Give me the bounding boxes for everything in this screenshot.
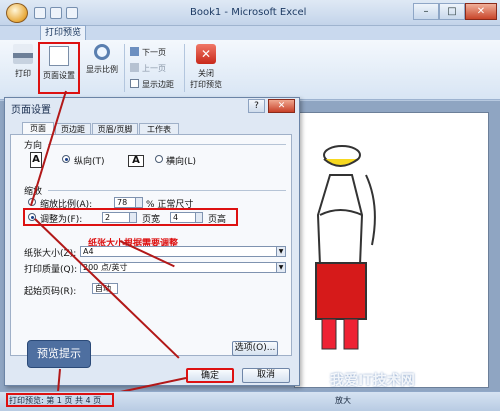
landscape-radio[interactable] xyxy=(155,155,163,163)
print-quality-select[interactable]: 200 点/英寸 xyxy=(80,262,278,273)
show-margins-checkbox[interactable]: 显示边距 xyxy=(130,79,174,90)
watermark: 我爱IT技术网 xyxy=(330,373,415,389)
page-setup-label: 页面设置 xyxy=(43,71,75,80)
landscape-icon: A xyxy=(128,155,144,167)
show-margins-label: 显示边距 xyxy=(142,80,174,89)
chevron-down-icon[interactable]: ▼ xyxy=(276,262,286,273)
portrait-icon: A xyxy=(30,152,42,168)
print-button[interactable]: 打印 xyxy=(6,44,40,79)
office-button[interactable] xyxy=(6,3,28,23)
close-window-button[interactable]: ✕ xyxy=(465,3,497,20)
ribbon-divider xyxy=(124,44,125,92)
pages-tall-spinner[interactable] xyxy=(196,212,203,223)
status-page-text: 打印预览: 第 1 页 共 4 页 xyxy=(9,396,102,405)
previous-page-button[interactable]: 上一页 xyxy=(130,63,166,74)
pages-wide-input[interactable]: 2 xyxy=(102,212,130,223)
fit-to-label: 调整为(F): xyxy=(40,215,83,225)
adjust-percent-input[interactable]: 78 xyxy=(114,197,136,208)
zoom-button[interactable]: 显示比例 xyxy=(84,44,120,75)
preview-tip-callout: 预览提示 xyxy=(27,340,91,368)
redo-icon[interactable] xyxy=(66,7,78,19)
orientation-heading: 方向 xyxy=(24,141,43,151)
magnifier-icon xyxy=(94,44,110,60)
portrait-label: 纵向(T) xyxy=(74,157,105,167)
close-print-preview-button[interactable]: ✕ 关闭 打印预览 xyxy=(186,44,226,90)
page-setup-icon xyxy=(49,46,69,66)
dialog-close-button[interactable]: ✕ xyxy=(268,99,295,113)
next-page-button[interactable]: 下一页 xyxy=(130,47,166,58)
first-page-label: 起始页码(R): xyxy=(24,287,77,297)
section-divider xyxy=(48,144,286,145)
previous-page-label: 上一页 xyxy=(142,64,166,73)
zoom-label: 显示比例 xyxy=(86,65,118,74)
paper-size-select[interactable]: A4 xyxy=(80,246,278,257)
close-label-line1: 关闭 xyxy=(198,69,214,78)
print-label: 打印 xyxy=(15,69,31,78)
close-label-line2: 打印预览 xyxy=(190,80,222,89)
portrait-radio[interactable] xyxy=(62,155,70,163)
pages-tall-label: 页高 xyxy=(208,215,227,225)
dialog-title: 页面设置 xyxy=(11,105,51,116)
checkbox-icon xyxy=(130,79,139,88)
options-button[interactable]: 选项(O)... xyxy=(232,341,278,356)
close-icon: ✕ xyxy=(196,44,216,64)
ribbon-divider xyxy=(184,44,185,92)
next-page-icon xyxy=(130,47,139,56)
pages-tall-input[interactable]: 4 xyxy=(170,212,196,223)
page-setup-button[interactable]: 页面设置 xyxy=(38,42,80,94)
help-button[interactable]: ? xyxy=(248,99,265,113)
maximize-button[interactable]: □ xyxy=(439,3,465,20)
minimize-button[interactable]: – xyxy=(413,3,439,20)
cancel-button[interactable]: 取消 xyxy=(242,368,290,383)
landscape-label: 横向(L) xyxy=(166,157,197,167)
pages-wide-label: 页宽 xyxy=(142,215,161,225)
save-icon[interactable] xyxy=(34,7,46,19)
adjust-percent-spinner[interactable] xyxy=(136,197,143,208)
window-title: Book1 - Microsoft Excel xyxy=(190,7,307,18)
undo-icon[interactable] xyxy=(50,7,62,19)
next-page-label: 下一页 xyxy=(142,48,166,57)
sheet-drawing xyxy=(315,145,376,350)
status-zoom-in[interactable]: 放大 xyxy=(335,395,351,406)
print-quality-label: 打印质量(Q): xyxy=(24,265,78,275)
previous-page-icon xyxy=(130,63,139,72)
ok-button[interactable]: 确定 xyxy=(186,368,234,383)
tab-print-preview[interactable]: 打印预览 xyxy=(40,25,86,41)
section-divider xyxy=(48,190,286,191)
chevron-down-icon[interactable]: ▼ xyxy=(276,246,286,257)
pages-wide-spinner[interactable] xyxy=(130,212,137,223)
printer-icon xyxy=(13,44,33,64)
